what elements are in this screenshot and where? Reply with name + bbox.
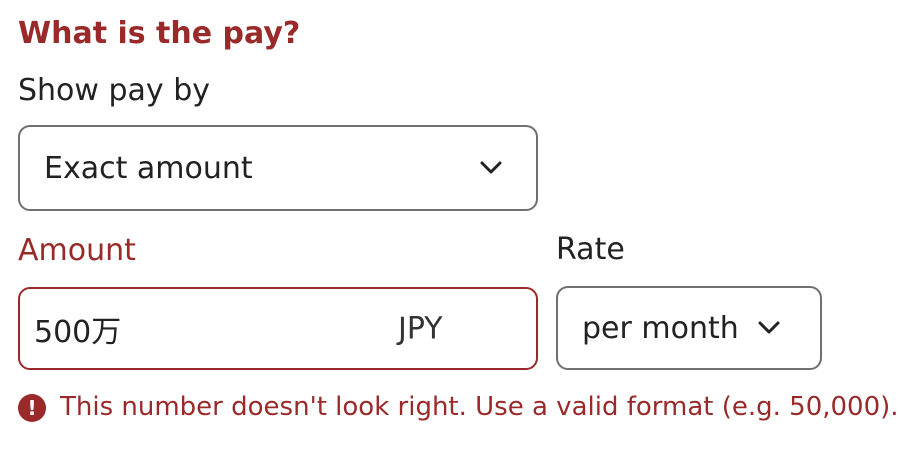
amount-label: Amount: [18, 233, 136, 268]
exclamation-circle-icon: !: [18, 393, 46, 422]
show-pay-by-label: Show pay by: [18, 73, 210, 108]
rate-select[interactable]: per month: [556, 286, 822, 370]
chevron-down-icon: [758, 321, 780, 334]
pay-form: What is the pay? Show pay by Exact amoun…: [0, 0, 922, 450]
section-title: What is the pay?: [18, 16, 301, 51]
amount-input[interactable]: 500万 JPY: [18, 287, 538, 370]
amount-input-value: 500万: [34, 314, 122, 350]
show-pay-by-select[interactable]: Exact amount: [18, 125, 538, 211]
rate-label: Rate: [556, 232, 625, 267]
currency-suffix: JPY: [398, 311, 443, 346]
error-text: This number doesn't look right. Use a va…: [60, 392, 899, 422]
show-pay-by-selected-value: Exact amount: [44, 150, 253, 186]
amount-error-message: ! This number doesn't look right. Use a …: [18, 392, 899, 423]
rate-selected-value: per month: [582, 310, 739, 346]
chevron-down-icon: [480, 161, 502, 174]
